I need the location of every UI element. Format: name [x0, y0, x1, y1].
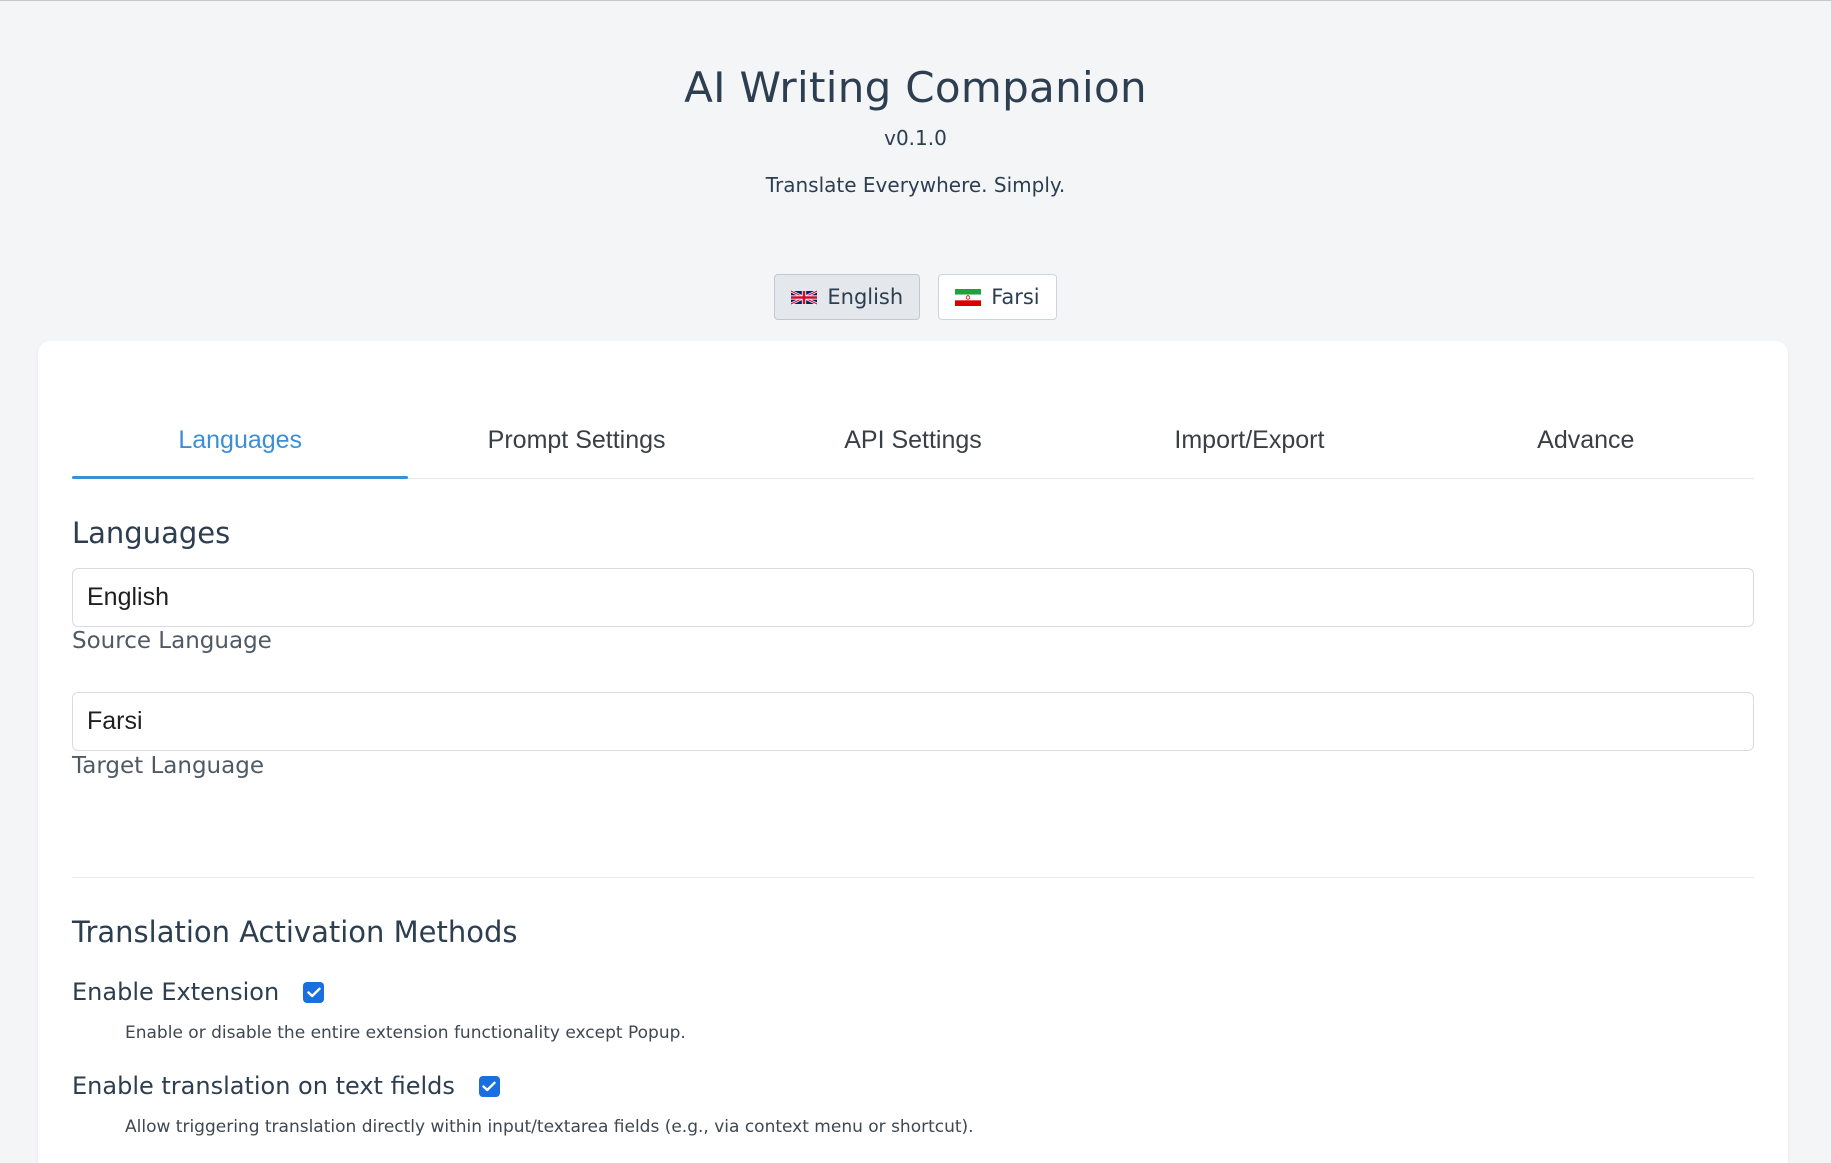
- tab-advance[interactable]: Advance: [1418, 419, 1754, 478]
- settings-tabs: Languages Prompt Settings API Settings I…: [72, 419, 1754, 479]
- ui-language-farsi-button[interactable]: Farsi: [938, 274, 1057, 320]
- enable-text-fields-label: Enable translation on text fields: [72, 1072, 455, 1100]
- enable-text-fields-row: Enable translation on text fields: [72, 1072, 500, 1100]
- section-divider: [72, 877, 1754, 878]
- source-language-label: Source Language: [72, 628, 272, 654]
- checkmark-icon: [307, 987, 321, 997]
- ui-language-switcher: English Farsi: [0, 274, 1831, 320]
- activation-section-title: Translation Activation Methods: [72, 915, 518, 949]
- app-tagline: Translate Everywhere. Simply.: [765, 173, 1066, 197]
- app-version: v0.1.0: [884, 126, 947, 150]
- languages-section-title: Languages: [72, 516, 231, 550]
- iran-flag-icon: [955, 288, 982, 306]
- enable-extension-label: Enable Extension: [72, 978, 280, 1006]
- enable-text-fields-checkbox[interactable]: [478, 1075, 500, 1097]
- tab-import-export[interactable]: Import/Export: [1081, 419, 1417, 478]
- ui-language-english-label: English: [827, 285, 904, 309]
- enable-extension-checkbox[interactable]: [303, 981, 325, 1003]
- tab-languages[interactable]: Languages: [72, 419, 409, 479]
- ui-language-english-button[interactable]: English: [774, 274, 921, 320]
- target-language-label: Target Language: [72, 753, 264, 779]
- enable-text-fields-description: Allow triggering translation directly wi…: [125, 1117, 974, 1137]
- enable-extension-row: Enable Extension: [72, 978, 325, 1006]
- app-title: AI Writing Companion: [684, 63, 1147, 112]
- ui-language-farsi-label: Farsi: [991, 285, 1040, 309]
- settings-card: Languages Prompt Settings API Settings I…: [38, 341, 1788, 1163]
- enable-extension-description: Enable or disable the entire extension f…: [125, 1023, 686, 1043]
- uk-flag-icon: [791, 289, 818, 306]
- checkmark-icon: [482, 1081, 497, 1091]
- tab-api-settings[interactable]: API Settings: [745, 419, 1081, 478]
- source-language-input[interactable]: [72, 568, 1754, 627]
- target-language-input[interactable]: [72, 692, 1754, 751]
- tab-prompt-settings[interactable]: Prompt Settings: [408, 419, 744, 478]
